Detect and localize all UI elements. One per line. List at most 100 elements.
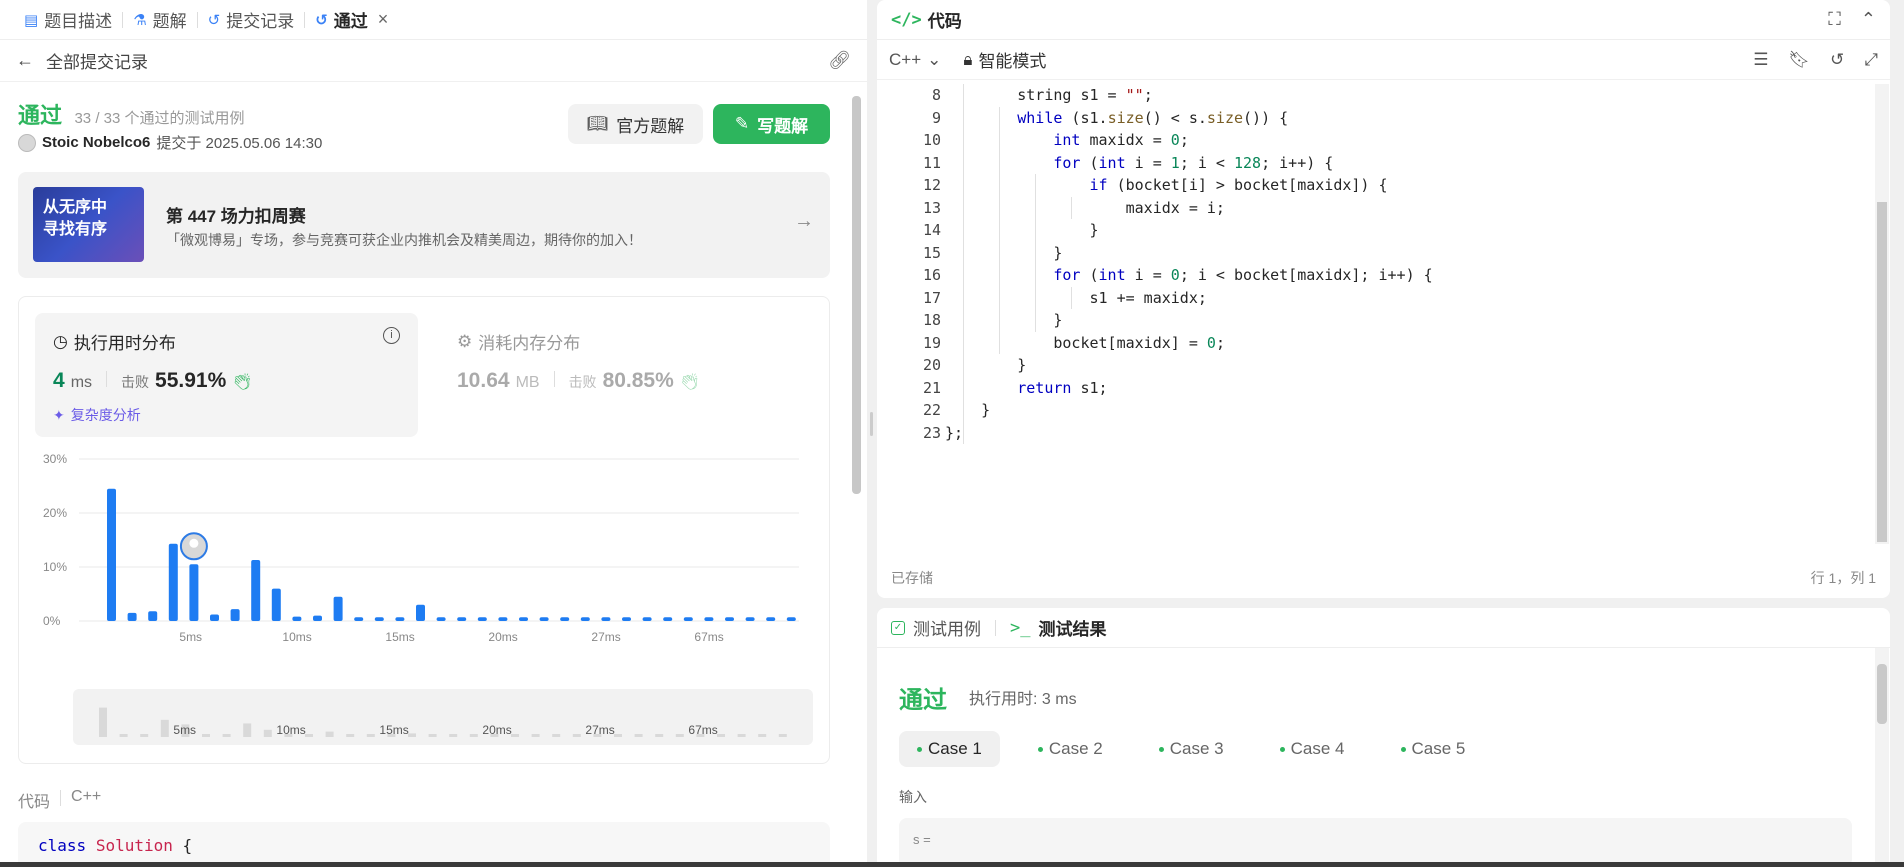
case-tab[interactable]: Case 4 [1262,731,1363,767]
chart-bar[interactable] [601,617,611,621]
beats-label: 击败 [121,374,150,390]
official-solution-button[interactable]: 📖︎ 官方题解 [568,104,703,144]
reset-icon[interactable]: ↺ [1830,50,1844,70]
language-value: C++ [889,49,922,69]
test-scrollbar-thumb[interactable] [1877,664,1887,724]
memory-value: 10.64 [457,369,510,392]
clock-icon: ◷ [53,331,68,351]
panel-divider[interactable] [867,0,877,867]
memory-value-row: 10.64 MB 击败 80.85% 👏︎ [457,369,700,393]
chart-bar[interactable] [127,612,137,621]
code-label-row: 代码 C++ [18,788,101,812]
fullscreen-icon[interactable]: ⛶ [1828,9,1841,30]
chart-bar[interactable] [374,617,384,621]
mini-tick-label: 67ms [688,723,717,737]
line-number: 8 [931,86,941,104]
close-icon[interactable]: × [378,9,389,30]
left-scrollbar-thumb[interactable] [852,96,861,494]
editor-scrollbar[interactable] [1875,84,1889,544]
chart-bar[interactable] [498,617,508,621]
chart-bar[interactable] [333,596,343,621]
case-tab[interactable]: Case 5 [1383,731,1484,767]
chart-bar[interactable] [271,588,281,621]
chart-bar[interactable] [313,615,322,621]
chart-bar[interactable] [704,617,714,621]
case-label: Case 5 [1411,739,1466,758]
test-scrollbar[interactable] [1875,648,1889,867]
complexity-analysis-link[interactable]: ✦ 复杂度分析 [53,405,141,425]
chart-bar[interactable] [354,617,364,621]
test-tab-bar: ✓ 测试用例 >_ 测试结果 [877,608,1890,648]
contest-banner[interactable]: 从无序中 寻找有序 第 447 场力扣周赛 「微观博易」专场，参与竞赛可获企业内… [18,172,830,278]
chart-bar[interactable] [560,617,570,621]
chart-bar[interactable] [395,617,405,621]
tab-solutions[interactable]: ⚗ 题解 [123,0,196,40]
chart-bar[interactable] [168,543,178,621]
chart-bar[interactable] [292,616,302,621]
chart-bar[interactable] [766,617,776,621]
bookmark-icon[interactable]: 🔖︎ [1789,50,1811,70]
all-submissions-link[interactable]: 全部提交记录 [46,48,148,73]
chart-bar[interactable] [210,614,219,621]
chart-bar[interactable] [477,617,487,621]
tab-description[interactable]: ▤ 题目描述 [14,0,122,40]
chart-bar[interactable] [745,617,755,621]
chart-bar[interactable] [416,604,425,621]
author-name[interactable]: Stoic Nobelco6 [42,134,150,151]
case-tab[interactable]: Case 2 [1020,731,1121,767]
code-brace: { [182,836,193,855]
chart-bar[interactable] [457,617,467,621]
tab-accepted[interactable]: ↺ 通过 × [305,0,398,40]
chart-bar[interactable] [107,488,116,621]
pass-dot-icon [1158,746,1164,752]
chart-bar[interactable] [189,564,199,621]
code-area[interactable]: 8 string s1 = ""; 9 while (s1.size() < s.… [877,84,1877,544]
write-solution-button[interactable]: ✎ 写题解 [713,104,830,144]
runtime-box[interactable]: ◷ 执行用时分布 i 4 ms 击败 55.91% 👏︎ ✦ 复杂度分析 [35,313,418,437]
beats-label: 击败 [568,374,597,390]
chart-bar[interactable] [436,617,446,621]
link-icon[interactable]: 🔗︎ [828,50,851,71]
tab-testcases[interactable]: 测试用例 [913,615,981,640]
history-icon: ↺ [207,11,221,29]
info-icon[interactable]: i [383,327,400,344]
tab-submissions[interactable]: ↺ 提交记录 [198,0,305,40]
chart-bar[interactable] [251,559,261,621]
memory-unit: MB [515,374,540,391]
status-accepted: 通过 [18,103,63,128]
case-tab[interactable]: Case 1 [899,731,1000,767]
smart-mode-toggle[interactable]: 🔒︎ 智能模式 [963,47,1046,72]
tab-test-result[interactable]: 测试结果 [1038,615,1106,640]
chart-bar[interactable] [580,617,590,621]
chart-bar[interactable] [786,617,796,621]
editor-scrollbar-thumb[interactable] [1877,202,1887,542]
line-content: if (bocket[i] > bocket[maxidx]) { [1089,176,1388,194]
avatar[interactable] [18,133,36,152]
memory-box[interactable]: ⚙ 消耗内存分布 10.64 MB 击败 80.85% 👏︎ [439,313,809,437]
chart-bar[interactable] [642,617,652,621]
input-value: s = [913,832,931,847]
format-icon[interactable]: ☰ [1753,50,1768,70]
runtime-unit: ms [70,374,93,391]
chart-bar[interactable] [539,617,549,621]
arrow-left-icon[interactable]: ← [16,50,34,71]
language-select[interactable]: C++ ⌄ [889,50,941,70]
expand-icon[interactable]: ⤢ [1864,50,1878,70]
case-tab[interactable]: Case 3 [1141,731,1242,767]
chart-range-slider[interactable]: 5ms 10ms 15ms 20ms 27ms 67ms [73,689,813,745]
chart-bar[interactable] [519,617,528,621]
chevron-up-icon[interactable]: ⌃ [1861,9,1876,30]
runtime-distribution-chart[interactable]: 30% 20% 10% 0% 5ms 10ms 15ms 20ms 27ms 67ms [19,445,829,685]
chart-bar[interactable] [683,617,693,621]
chart-bar[interactable] [663,617,673,621]
chart-bar[interactable] [148,611,158,621]
mini-bar [366,734,375,737]
line-number: 18 [922,311,941,329]
chart-bar[interactable] [725,617,734,621]
chart-bar[interactable] [230,609,240,621]
drag-handle[interactable] [870,412,873,436]
line-content: }; [945,423,964,442]
divider [553,371,555,387]
case-tabs: Case 1 Case 2 Case 3 Case 4 Case 5 [899,731,1483,767]
chart-bar[interactable] [622,617,631,621]
